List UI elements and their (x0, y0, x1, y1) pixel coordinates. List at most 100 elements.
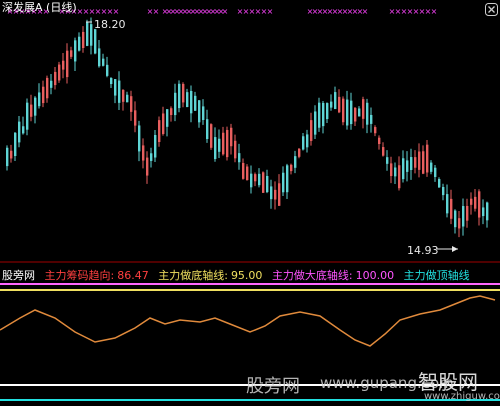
legend-label: 主力筹码趋向: (44, 269, 115, 282)
candle-body (106, 64, 109, 76)
watermark-left: 股旁网 (246, 376, 300, 397)
candle-body (306, 134, 309, 148)
indicator-name: 股旁网 (2, 269, 35, 282)
candle-body (442, 187, 445, 196)
candle-body (322, 102, 325, 127)
candle-body (118, 80, 121, 103)
candle-body (122, 89, 125, 102)
candle-body (362, 99, 365, 119)
legend-item-top-axis: 主力做顶轴线 (404, 269, 470, 282)
candle-body (386, 157, 389, 164)
candle-body (38, 92, 41, 107)
candle-body (22, 126, 25, 134)
candle-body (330, 101, 333, 108)
candle-body (482, 207, 485, 217)
candle-body (270, 186, 273, 200)
candle-body (286, 165, 289, 193)
candle-body (326, 103, 329, 120)
legend-label: 主力做顶轴线 (403, 269, 470, 282)
candle-body (466, 205, 469, 221)
candle-body (294, 156, 297, 168)
legend-value: 95.00 (230, 269, 263, 282)
candle-body (314, 111, 317, 135)
candle-body (242, 162, 245, 179)
candle-body (378, 137, 381, 145)
price-chart: × × × × × × × × × × × × × × × × × × × ×××××××××××××××× × × × × ×… (0, 7, 500, 401)
candle-body (254, 174, 257, 182)
candle-body (130, 96, 133, 112)
candle-body (10, 150, 13, 159)
candle-body (238, 153, 241, 163)
candle-body (134, 110, 137, 126)
candle-body (258, 173, 261, 186)
candle-body (338, 96, 341, 113)
candle-body (394, 167, 397, 177)
candle-body (34, 97, 37, 116)
candle-body (110, 77, 113, 85)
legend-item-big-bottom-axis: 主力做大底轴线: 100.00 (272, 269, 398, 282)
candle-body (450, 198, 453, 219)
candle-body (170, 108, 173, 115)
candle-body (406, 160, 409, 172)
candle-body (374, 127, 377, 134)
candle-body (218, 138, 221, 152)
candle-body (182, 83, 185, 103)
candle-body (474, 196, 477, 209)
high-price-label: 18.20 (94, 18, 126, 31)
candle-body (42, 86, 45, 104)
chip-trend-line (0, 295, 496, 347)
candle-body (222, 132, 225, 155)
candle-body (178, 83, 181, 109)
candle-body (62, 60, 65, 70)
candle-body (318, 102, 321, 128)
candle-body (126, 94, 129, 103)
candle-body (214, 137, 217, 160)
candle-body (250, 173, 253, 188)
candle-body (174, 92, 177, 116)
watermark-brand-url: www.zhiguw.com (424, 391, 500, 402)
signal-marker: × (431, 7, 438, 16)
candle-body (370, 114, 373, 124)
candle-body (26, 102, 29, 130)
candle-body (398, 165, 401, 189)
candle-body (138, 125, 141, 152)
candle-body (54, 71, 57, 86)
candle-body (430, 162, 433, 172)
candle-body (274, 189, 277, 200)
candle-body (470, 198, 473, 205)
candle-body (478, 191, 481, 218)
candle-body (146, 157, 149, 176)
candle-body (354, 107, 357, 122)
candle-body (226, 129, 229, 158)
candle-body (150, 153, 153, 161)
candle-body (166, 109, 169, 127)
candle-body (50, 80, 53, 88)
candle-body (90, 24, 93, 46)
candle-body (342, 98, 345, 123)
candle-body (86, 22, 89, 46)
candle-body (46, 77, 49, 99)
candle-body (422, 151, 425, 174)
candle-body (334, 92, 337, 110)
candle-body (390, 163, 393, 177)
close-icon[interactable] (485, 1, 498, 16)
candle-body (458, 218, 461, 229)
candle-body (418, 151, 421, 170)
candle-body (94, 29, 97, 54)
candle-body (142, 145, 145, 161)
candle-body (382, 147, 385, 156)
candle-body (6, 147, 9, 167)
candle-body (410, 157, 413, 170)
indicator-legend: 股旁网 主力筹码趋向: 86.47 主力做底轴线: 95.00 主力做大底轴线: 10… (2, 269, 476, 282)
candle-body (302, 136, 305, 150)
candle-body (58, 64, 61, 81)
candle-body (98, 48, 101, 67)
candle-body (402, 158, 405, 180)
candle-body (246, 166, 249, 181)
candle-body (30, 104, 33, 117)
candle-body (438, 179, 441, 188)
legend-value: 86.47 (117, 269, 149, 282)
candle-body (82, 31, 85, 48)
candle-body (290, 164, 293, 172)
legend-label: 主力做大底轴线: (271, 269, 353, 282)
